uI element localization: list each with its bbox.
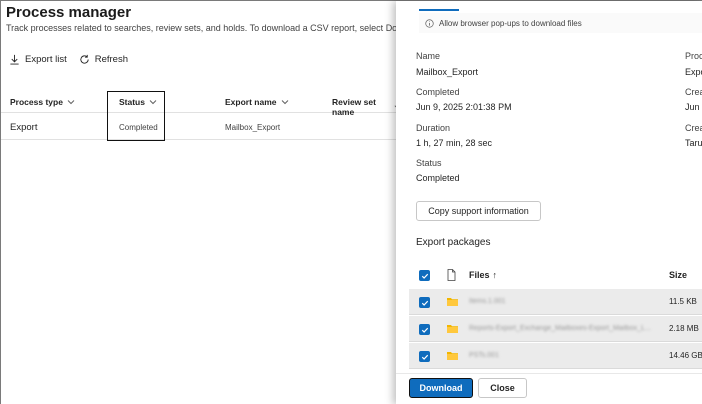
- created-by-label: Crea: [685, 123, 702, 133]
- cell-export-name: Mailbox_Export: [225, 123, 281, 132]
- close-button[interactable]: Close: [478, 378, 527, 398]
- info-bar-accent: [419, 9, 459, 11]
- download-icon: [10, 54, 19, 65]
- package-name: Items.1.001: [469, 298, 506, 305]
- toolbar: Export list Refresh: [9, 54, 128, 65]
- file-icon: [447, 269, 456, 281]
- files-column-header[interactable]: Files ↑: [469, 270, 497, 280]
- chevron-down-icon: [281, 100, 288, 105]
- export-list-button[interactable]: Export list: [9, 54, 67, 65]
- duration-value: 1 h, 27 min, 28 sec: [416, 138, 493, 148]
- checkmark-icon: [421, 354, 428, 360]
- package-checkbox[interactable]: [419, 324, 430, 335]
- cell-process-type: Export: [10, 122, 38, 133]
- folder-icon: [447, 325, 458, 333]
- package-row[interactable]: Items.1.001 11.5 KB: [409, 289, 702, 315]
- export-list-label: Export list: [25, 54, 67, 65]
- checkmark-icon: [421, 273, 428, 279]
- folder-icon: [447, 352, 458, 360]
- created-value: Jun 9: [685, 102, 702, 112]
- select-all-checkbox[interactable]: [419, 270, 430, 281]
- completed-value: Jun 9, 2025 2:01:38 PM: [416, 102, 512, 112]
- duration-label: Duration: [416, 123, 451, 133]
- info-message-bar: Allow browser pop-ups to download files: [419, 13, 702, 33]
- completed-label: Completed: [416, 87, 460, 97]
- package-checkbox[interactable]: [419, 351, 430, 362]
- refresh-button[interactable]: Refresh: [79, 54, 128, 65]
- status-highlight-box: [107, 91, 165, 141]
- download-button[interactable]: Download: [409, 378, 473, 398]
- page-subtitle: Track processes related to searches, rev…: [6, 23, 421, 33]
- size-column-header[interactable]: Size: [669, 270, 687, 280]
- info-message: Allow browser pop-ups to download files: [439, 18, 582, 28]
- checkmark-icon: [421, 300, 428, 306]
- name-label: Name: [416, 51, 441, 61]
- status-label: Status: [416, 158, 442, 168]
- copy-support-button[interactable]: Copy support information: [416, 201, 541, 221]
- refresh-icon: [80, 54, 89, 64]
- folder-icon: [447, 298, 458, 306]
- sort-up-icon: ↑: [492, 270, 498, 280]
- table-header: Process type Status Export name Review s…: [1, 91, 401, 117]
- info-icon: [425, 18, 434, 28]
- package-name: PSTs.001: [469, 352, 499, 359]
- name-value: Mailbox_Export: [416, 67, 479, 77]
- export-packages-title: Export packages: [416, 237, 491, 248]
- column-process-type[interactable]: Process type: [10, 97, 75, 107]
- package-row[interactable]: PSTs.001 14.46 GB: [409, 343, 702, 369]
- package-size: 2.18 MB: [669, 324, 699, 333]
- checkmark-icon: [421, 327, 428, 333]
- package-name: Reports-Export_Exchange_Mailboxes-Export…: [469, 325, 651, 332]
- page-title: Process manager: [6, 4, 132, 21]
- created-by-value: Tarun: [685, 138, 702, 148]
- chevron-down-icon: [67, 100, 75, 105]
- packages-header: Files ↑ Size: [409, 263, 702, 287]
- refresh-label: Refresh: [94, 54, 128, 65]
- package-size: 11.5 KB: [669, 297, 697, 306]
- status-value: Completed: [416, 173, 460, 183]
- package-checkbox[interactable]: [419, 297, 430, 308]
- package-size: 14.46 GB: [669, 351, 702, 360]
- package-row[interactable]: Reports-Export_Exchange_Mailboxes-Export…: [409, 316, 702, 342]
- process-value: Expo: [685, 67, 702, 77]
- created-label: Crea: [685, 87, 702, 97]
- table-row[interactable]: Export Completed Mailbox_Export: [1, 114, 401, 140]
- process-label: Proc: [685, 51, 702, 61]
- process-manager-page: Process manager Track processes related …: [1, 1, 421, 404]
- column-export-name[interactable]: Export name: [225, 97, 289, 107]
